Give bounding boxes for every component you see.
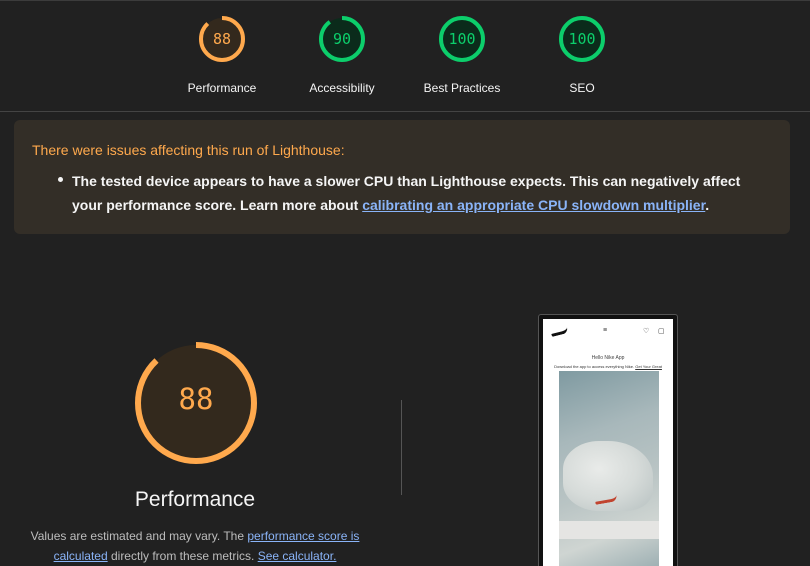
desc-text: Values are estimated and may vary. The: [30, 529, 248, 543]
warning-item: The tested device appears to have a slow…: [72, 169, 772, 217]
performance-score: 88: [178, 382, 214, 416]
bag-icon: ▢: [658, 328, 665, 335]
shoe-image: [559, 371, 659, 566]
shoe-sole: [559, 521, 659, 539]
heart-icon: ♡: [643, 328, 650, 335]
score-gauges-row: 88 Performance 90 Accessibility 100 Best…: [0, 0, 810, 112]
gauge-best-practices[interactable]: 100 Best Practices: [402, 14, 522, 95]
gauge-performance[interactable]: 88 Performance: [162, 14, 282, 95]
warning-title: There were issues affecting this run of …: [32, 142, 345, 158]
screenshot-page: ≡ ♡ ▢ Hello Nike App Download the app to…: [543, 319, 673, 566]
gauge-label: Performance: [187, 81, 257, 95]
gauge-label: SEO: [569, 81, 595, 95]
warning-list: The tested device appears to have a slow…: [32, 169, 772, 217]
gauge-seo[interactable]: 100 SEO: [522, 14, 642, 95]
bullet-icon: [58, 177, 63, 182]
desc-text-2: directly from these metrics.: [107, 549, 258, 563]
gauge-score: 88: [212, 30, 232, 48]
cpu-slowdown-link[interactable]: calibrating an appropriate CPU slowdown …: [362, 197, 705, 213]
screenshot-subtitle: Download the app to access everything Ni…: [543, 364, 673, 369]
menu-icon: ≡: [603, 327, 608, 334]
vertical-divider: [401, 400, 402, 495]
performance-description: Values are estimated and may vary. The p…: [20, 526, 370, 566]
screenshot-nav: ≡ ♡ ▢: [543, 319, 673, 341]
nike-logo-icon: [550, 327, 569, 337]
gauge-score: 90: [332, 30, 352, 48]
see-calculator-link[interactable]: See calculator.: [258, 549, 337, 563]
gauge-accessibility[interactable]: 90 Accessibility: [282, 14, 402, 95]
screenshot-subtitle-link: Get Your Great: [635, 364, 662, 369]
performance-title: Performance: [134, 488, 256, 511]
screenshot-title: Hello Nike App: [591, 355, 625, 361]
warning-text-end: .: [705, 197, 710, 213]
runtime-warning-box: There were issues affecting this run of …: [14, 120, 790, 234]
gauge-label: Best Practices: [423, 81, 501, 95]
final-screenshot[interactable]: ≡ ♡ ▢ Hello Nike App Download the app to…: [538, 314, 678, 566]
screenshot-subtitle-text: Download the app to access everything Ni…: [554, 364, 636, 369]
gauge-score: 100: [568, 30, 596, 48]
gauge-label: Accessibility: [309, 81, 375, 95]
gauge-score: 100: [448, 30, 476, 48]
